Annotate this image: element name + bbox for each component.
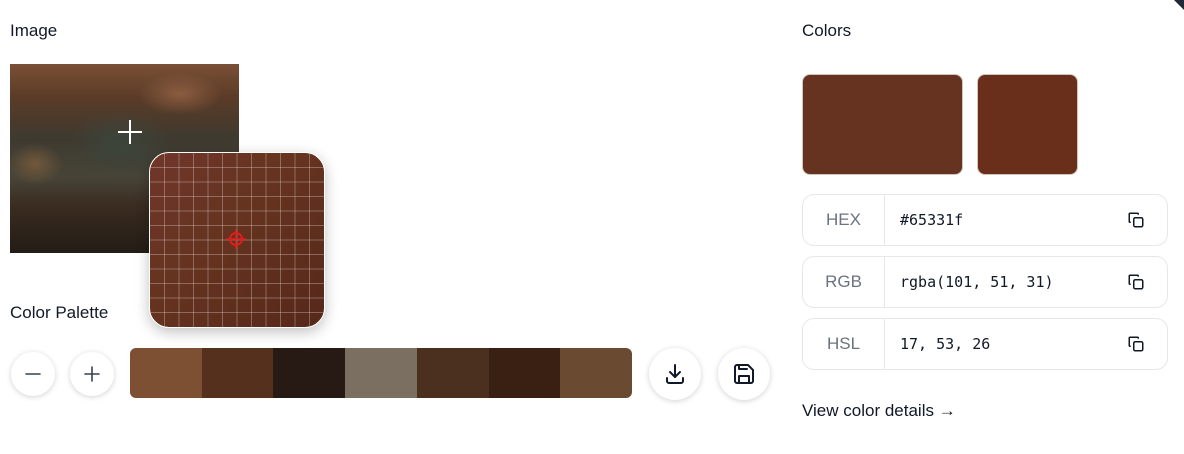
hex-value-row: HEX #65331f xyxy=(802,194,1168,246)
copy-icon xyxy=(1128,212,1144,228)
plus-icon xyxy=(84,366,100,382)
decrease-palette-button[interactable] xyxy=(11,352,55,396)
colors-heading: Colors xyxy=(802,21,852,40)
copy-hsl-button[interactable] xyxy=(1125,333,1147,355)
rgb-label: RGB xyxy=(803,257,885,307)
palette-heading: Color Palette xyxy=(10,303,109,322)
copy-hex-button[interactable] xyxy=(1125,209,1147,231)
palette-swatch[interactable] xyxy=(345,348,417,398)
save-palette-button[interactable] xyxy=(718,348,770,400)
hsl-value: 17, 53, 26 xyxy=(900,335,991,353)
download-icon xyxy=(666,364,684,384)
rgb-value-row: RGB rgba(101, 51, 31) xyxy=(802,256,1168,308)
copy-rgb-button[interactable] xyxy=(1125,271,1147,293)
corner-arrow-icon xyxy=(1174,0,1184,10)
pixel-magnifier xyxy=(149,152,325,328)
secondary-color-preview xyxy=(977,74,1078,175)
palette-swatch[interactable] xyxy=(273,348,346,398)
download-palette-button[interactable] xyxy=(649,348,701,400)
palette-swatch[interactable] xyxy=(201,348,274,398)
minus-icon xyxy=(25,373,41,375)
palette-swatch[interactable] xyxy=(488,348,561,398)
color-palette xyxy=(130,348,632,398)
hsl-value-row: HSL 17, 53, 26 xyxy=(802,318,1168,370)
rgb-value: rgba(101, 51, 31) xyxy=(900,273,1054,291)
increase-palette-button[interactable] xyxy=(70,352,114,396)
palette-swatch[interactable] xyxy=(416,348,489,398)
save-icon xyxy=(734,364,754,384)
copy-icon xyxy=(1128,274,1144,290)
copy-icon xyxy=(1128,336,1144,352)
palette-swatch[interactable] xyxy=(130,348,202,398)
crosshair-icon xyxy=(118,120,142,144)
view-color-details-link[interactable]: View color details → xyxy=(802,401,956,421)
palette-swatch[interactable] xyxy=(560,348,632,398)
image-heading: Image xyxy=(10,21,58,40)
hsl-label: HSL xyxy=(803,319,885,369)
hex-value: #65331f xyxy=(900,211,964,229)
selected-color-preview xyxy=(802,74,963,175)
magnifier-target-icon xyxy=(226,229,246,249)
hex-label: HEX xyxy=(803,195,885,245)
